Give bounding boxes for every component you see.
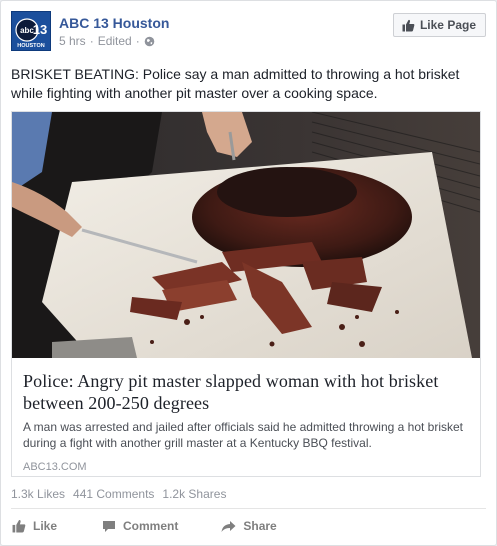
like-button[interactable]: Like	[12, 519, 57, 533]
link-preview[interactable]: Police: Angry pit master slapped woman w…	[11, 111, 481, 477]
link-title[interactable]: Police: Angry pit master slapped woman w…	[23, 370, 469, 414]
thumbs-up-icon	[402, 19, 415, 31]
logo-number-text: 13	[33, 22, 47, 37]
link-source: ABC13.COM	[23, 461, 87, 473]
likes-count[interactable]: 1.3k Likes	[11, 487, 65, 501]
like-page-label: Like Page	[419, 18, 476, 32]
post-actions: Like Comment Share	[11, 515, 277, 537]
logo-houston-text: HOUSTON	[17, 43, 44, 49]
meta-separator: ·	[89, 34, 94, 48]
actions-divider	[11, 508, 486, 509]
post-header: abc 13 HOUSTON ABC 13 Houston 5 hrs · Ed…	[11, 11, 486, 53]
abc13-logo: abc 13 HOUSTON	[12, 12, 50, 50]
post-stats: 1.3k Likes 441 Comments 1.2k Shares	[11, 487, 226, 501]
post-message: BRISKET BEATING: Police say a man admitt…	[11, 66, 460, 101]
like-label: Like	[33, 519, 58, 533]
comment-label: Comment	[123, 519, 179, 533]
thumbs-up-icon	[12, 519, 26, 533]
share-icon	[221, 520, 236, 532]
meta-separator-2: ·	[135, 34, 140, 48]
comment-button[interactable]: Comment	[102, 519, 178, 533]
link-preview-body: Police: Angry pit master slapped woman w…	[12, 358, 480, 473]
comments-count[interactable]: 441 Comments	[73, 487, 154, 501]
page-avatar[interactable]: abc 13 HOUSTON	[11, 11, 51, 51]
shares-count[interactable]: 1.2k Shares	[162, 487, 226, 501]
edited-label[interactable]: Edited	[98, 34, 132, 48]
link-description: A man was arrested and jailed after offi…	[23, 420, 464, 450]
post-card: abc 13 HOUSTON ABC 13 Houston 5 hrs · Ed…	[0, 0, 497, 546]
post-timestamp[interactable]: 5 hrs	[59, 34, 86, 48]
comment-icon	[103, 520, 116, 532]
globe-icon[interactable]	[144, 36, 155, 47]
post-meta: 5 hrs · Edited ·	[59, 34, 155, 48]
link-preview-image[interactable]	[12, 112, 480, 358]
page-name-link[interactable]: ABC 13 Houston	[59, 15, 169, 31]
share-button[interactable]: Share	[221, 519, 277, 533]
brisket-photo	[12, 112, 480, 358]
share-label: Share	[243, 519, 277, 533]
like-page-button[interactable]: Like Page	[392, 13, 486, 37]
